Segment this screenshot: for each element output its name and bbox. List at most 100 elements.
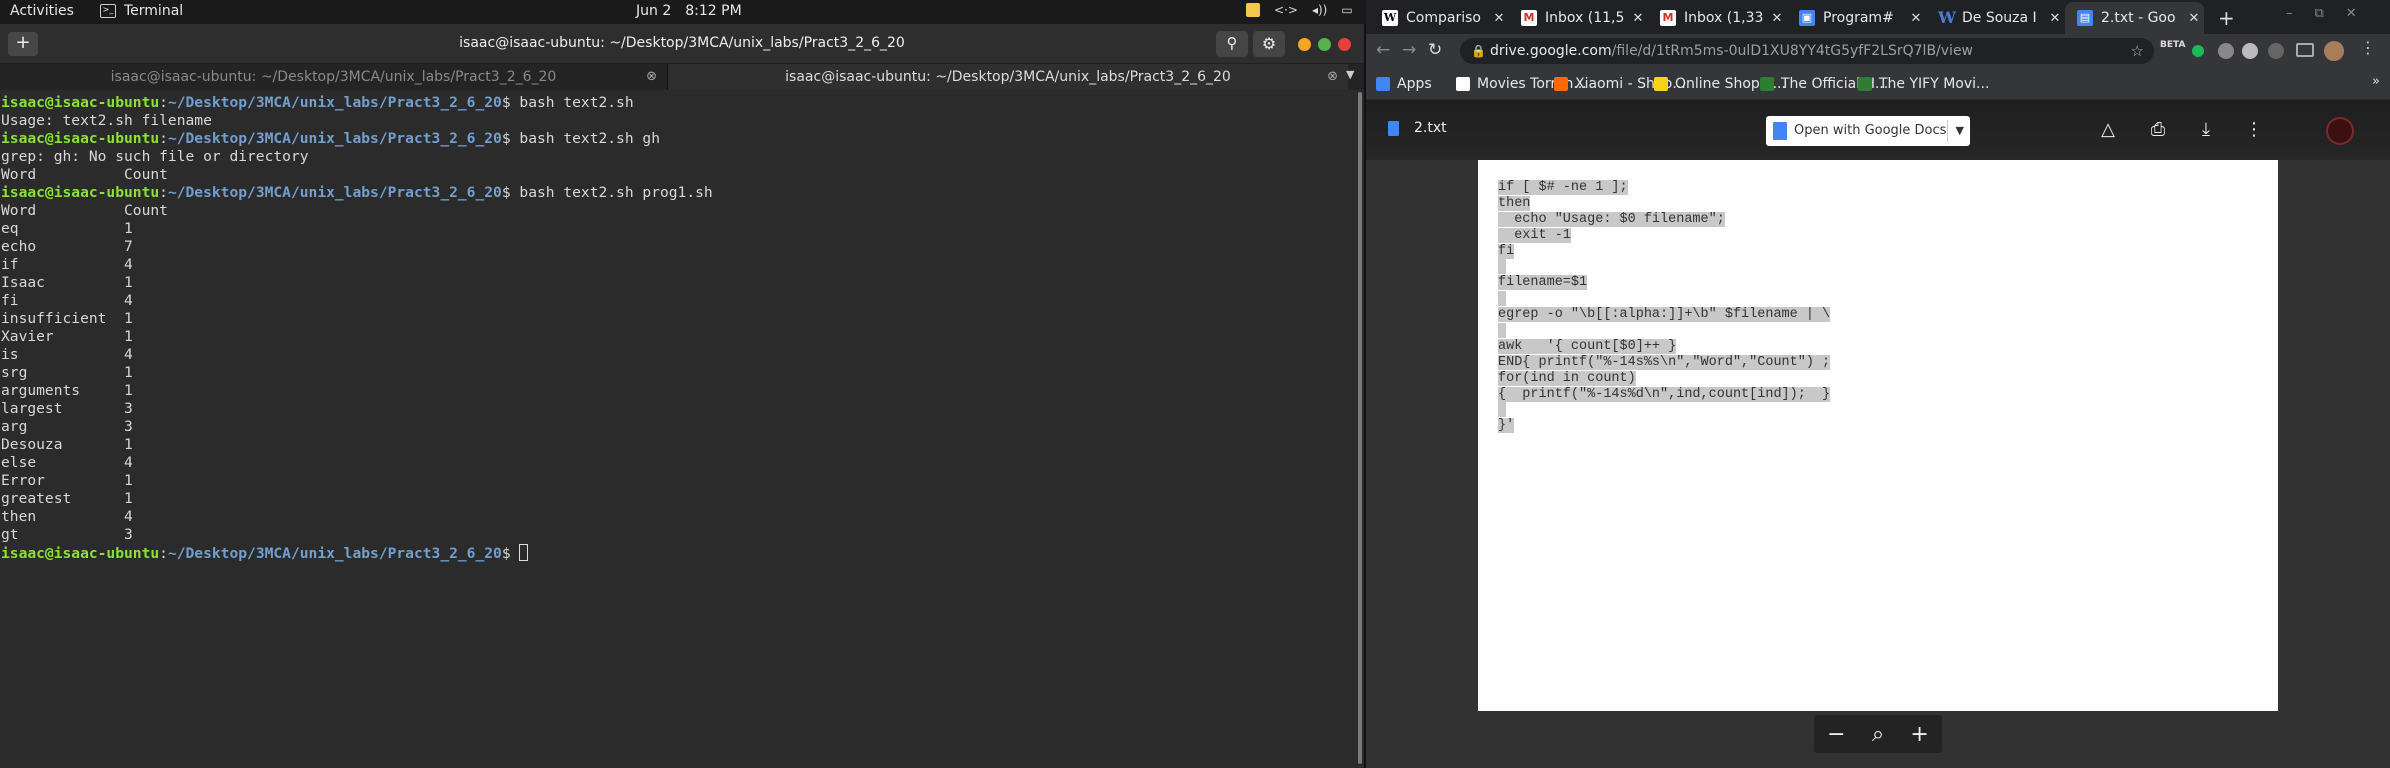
file-icon [1388,121,1399,136]
bookmarks-bar: Apps Movies Torren... Xiaomi - Shop... Onli… [1366,68,2390,100]
address-bar[interactable]: 🔒 drive.google.com/file/d/1tRm5ms-0ulD1X… [1460,38,2154,64]
browser-tab[interactable]: ▣ Program# ✕ [1787,2,1926,34]
close-tab-icon[interactable]: ✕ [1489,11,1509,26]
minimize-button[interactable] [1298,38,1311,51]
clock[interactable]: Jun 2 8:12 PM [636,3,742,19]
drive-file-viewer: 2.txt Open with Google Docs ▼ △ ⎙ ⤓ ⋮ if… [1366,100,2390,768]
more-bookmarks-icon[interactable]: » [2372,74,2380,89]
profile-avatar[interactable] [2324,41,2344,61]
prompt-user: isaac@isaac-ubuntu [1,94,160,111]
bookmark-item[interactable]: The YIFY Movi... [1858,76,1989,92]
browser-tab-label: 2.txt - Goo [2101,10,2176,26]
file-line [1498,259,1830,275]
zoom-controls: − ⌕ + [1814,715,1942,753]
browser-tab[interactable]: W Compariso ✕ [1370,2,1509,34]
bookmark-item[interactable]: Apps [1376,76,1432,92]
prompt-separator: : [159,94,168,111]
minimize-button[interactable]: – [2286,6,2293,21]
media-icon[interactable] [2296,43,2314,57]
zoom-fit-icon[interactable]: ⌕ [1872,722,1884,747]
browser-tab[interactable]: W De Souza I ✕ [1926,2,2065,34]
output-line: Isaac 1 [1,274,133,291]
browser-tab-label: Program# [1823,10,1894,26]
output-line: Word Count [1,166,168,183]
extension-icon[interactable] [2242,43,2258,59]
close-tab-icon[interactable]: ✕ [1906,11,1926,26]
account-avatar[interactable] [2326,117,2354,145]
network-icon[interactable]: <·> [1274,3,1298,17]
close-tab-icon[interactable]: ✕ [2045,11,2065,26]
add-to-drive-icon[interactable]: △ [2096,118,2120,142]
app-menu[interactable]: >_ Terminal [100,3,183,19]
tabs-dropdown-icon[interactable]: ▼ [1346,68,1354,81]
power-icon[interactable]: ▭ [1341,3,1352,17]
beta-extension-icon[interactable]: BETA [2160,40,2190,56]
close-tab-icon[interactable]: ✕ [2184,11,2204,26]
terminal-output[interactable]: isaac@isaac-ubuntu: ~/Desktop/3MCA/unix_l… [0,90,1356,768]
scrollbar-thumb[interactable] [1358,92,1362,764]
terminal-line: isaac@isaac-ubuntu:~/Desktop/3MCA/unix_l… [1,544,1356,562]
system-tray[interactable]: <·> ◂)) ▭ [1246,3,1353,17]
terminal-scrollbar[interactable] [1356,90,1364,768]
chrome-window: W Compariso ✕ M Inbox (11,5 ✕ M Inbox (1,33 ✕ ▣ Pr… [1366,0,2390,768]
lock-icon[interactable]: 🔒 [1471,38,1486,64]
file-line: egrep -o "\b[[:alpha:]]+\b" $filename | … [1498,307,1831,323]
volume-icon[interactable]: ◂)) [1312,3,1327,17]
output-line: srg 1 [1,364,133,381]
search-icon[interactable]: ⚲ [1216,31,1248,57]
more-options-icon[interactable]: ⋮ [2242,118,2266,142]
command-text: bash text2.sh [519,94,634,111]
prompt-path: ~/Desktop/3MCA/unix_labs/Pract3_2_6_20 [167,130,502,147]
bookmark-star-icon[interactable]: ☆ [2131,38,2144,64]
gear-icon[interactable]: ⚙ [1253,31,1285,57]
close-button[interactable]: ✕ [2346,6,2357,21]
document-text[interactable]: if [ $# -ne 1 ]; then echo "Usage: $0 fil… [1498,180,1831,434]
close-tab-icon[interactable]: ⊗ [646,64,657,90]
output-line: Desouza 1 [1,436,133,453]
output-line: eq 1 [1,220,133,237]
close-button[interactable] [1338,38,1351,51]
selected-text: END{ printf("%-14s%s\n","Word","Count") … [1498,354,1831,370]
output-line: fi 4 [1,292,133,309]
extension-icon[interactable] [2218,43,2234,59]
extension-icon[interactable] [2268,43,2284,59]
terminal-tab-1[interactable]: isaac@isaac-ubuntu: ~/Desktop/3MCA/unix_… [0,64,668,90]
open-with-google-docs-button[interactable]: Open with Google Docs ▼ [1766,116,1970,146]
close-tab-icon[interactable]: ✕ [1628,11,1648,26]
output-line: then 4 [1,508,133,525]
browser-tab[interactable]: ▤ 2.txt - Goo ✕ [2065,2,2204,34]
green-extension-icon[interactable] [2192,45,2204,57]
output-line: gt 3 [1,526,133,543]
output-line: is 4 [1,346,133,363]
restore-button[interactable]: ⧉ [2315,6,2324,21]
maximize-button[interactable] [1318,38,1331,51]
output-line: largest 3 [1,400,133,417]
chevron-down-icon[interactable]: ▼ [1956,116,1964,146]
document-page[interactable]: if [ $# -ne 1 ]; then echo "Usage: $0 fil… [1478,160,2278,711]
file-line: if [ $# -ne 1 ]; [1498,180,1830,196]
url-host: drive.google.com [1490,43,1612,59]
zoom-out-icon[interactable]: − [1827,722,1845,747]
gmail-icon: M [1521,10,1537,26]
url-path: /file/d/1tRm5ms-0ulD1XU8YY4tG5yfF2LSrQ7l… [1611,43,1974,59]
command-text: bash text2.sh prog1.sh [519,184,713,201]
output-line: Xavier 1 [1,328,133,345]
browser-tab[interactable]: M Inbox (11,5 ✕ [1509,2,1648,34]
activities-button[interactable]: Activities [10,3,74,19]
reload-icon[interactable]: ↻ [1428,40,1442,60]
forward-icon[interactable]: → [1402,40,1416,60]
back-icon[interactable]: ← [1376,40,1390,60]
close-tab-icon[interactable]: ⊗ [1327,64,1338,90]
notes-icon[interactable] [1246,3,1260,17]
chrome-menu-icon[interactable]: ⋮ [2360,38,2376,57]
prompt-separator: : [159,545,168,562]
download-icon[interactable]: ⤓ [2194,118,2218,142]
print-icon[interactable]: ⎙ [2146,118,2170,142]
browser-tab[interactable]: M Inbox (1,33 ✕ [1648,2,1787,34]
terminal-tab-2[interactable]: isaac@isaac-ubuntu: ~/Desktop/3MCA/unix_… [668,64,1348,90]
output-line: arguments 1 [1,382,133,399]
new-browser-tab-button[interactable]: + [2218,6,2235,30]
zoom-in-icon[interactable]: + [1910,722,1928,747]
file-line [1498,291,1830,307]
close-tab-icon[interactable]: ✕ [1767,11,1787,26]
